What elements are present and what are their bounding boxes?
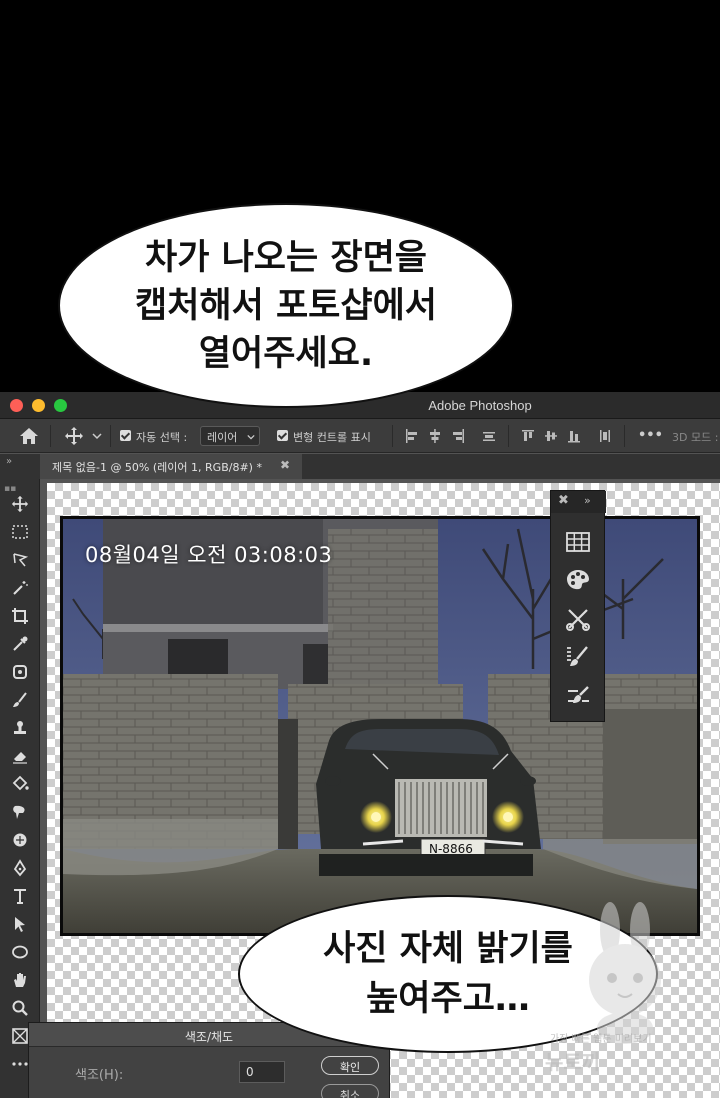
auto-select-checkbox[interactable]	[120, 430, 131, 441]
align-right-icon[interactable]	[451, 428, 465, 444]
stamp-tool-icon[interactable]	[9, 717, 31, 739]
speech-line: 열어주세요.	[198, 333, 374, 374]
cancel-button[interactable]: 취소	[321, 1084, 379, 1098]
marquee-tool-icon[interactable]	[9, 521, 31, 543]
tools-panel: ▪▪	[0, 479, 40, 1098]
auto-select-dropdown[interactable]: 레이어	[200, 426, 260, 446]
chevron-down-icon	[247, 434, 255, 440]
pen-tool-icon[interactable]	[9, 857, 31, 879]
hand-tool-icon[interactable]	[9, 969, 31, 991]
ellipse-tool-icon[interactable]	[9, 941, 31, 963]
speech-line: 차가 나오는 장면을	[145, 237, 427, 278]
align-bottom-icon[interactable]	[567, 428, 581, 444]
crop-tool-icon[interactable]	[9, 605, 31, 627]
speech-line: 사진 자체 밝기를	[323, 929, 573, 969]
divider	[508, 425, 509, 447]
align-top-icon[interactable]	[521, 428, 535, 444]
auto-select-label: 자동 선택 :	[136, 431, 188, 444]
divider	[110, 425, 111, 447]
divider	[624, 425, 625, 447]
distribute-vertical-icon[interactable]	[598, 428, 612, 444]
hue-input[interactable]: 0	[239, 1061, 285, 1083]
color-palette-icon[interactable]	[565, 567, 591, 593]
floating-panel-dock: ✖ »	[550, 490, 606, 722]
dodge-tool-icon[interactable]	[9, 829, 31, 851]
swatches-icon[interactable]	[565, 529, 591, 555]
eraser-tool-icon[interactable]	[9, 745, 31, 767]
license-plate-text: N-8866	[429, 842, 473, 856]
options-bar: 자동 선택 : 레이어 변형 컨트롤 표시 ••• 3D 모드 :	[0, 419, 720, 453]
document-tab[interactable]: 제목 없음-1 @ 50% (레이어 1, RGB/8#) * ✖	[40, 454, 302, 479]
divider	[50, 425, 51, 447]
distribute-horizontal-icon[interactable]	[482, 428, 496, 444]
transform-controls-label: 변형 컨트롤 표시	[293, 431, 371, 444]
move-tool-icon[interactable]	[9, 493, 31, 515]
smudge-tool-icon[interactable]	[9, 801, 31, 823]
align-left-icon[interactable]	[405, 428, 419, 444]
home-icon[interactable]	[18, 426, 40, 446]
timestamp-overlay: 08월04일 오전 03:08:03	[85, 543, 333, 567]
document-tab-label: 제목 없음-1 @ 50% (레이어 1, RGB/8#) *	[52, 461, 262, 474]
brush-presets-icon[interactable]	[565, 683, 591, 709]
align-center-icon[interactable]	[428, 428, 442, 444]
align-middle-icon[interactable]	[544, 428, 558, 444]
lasso-tool-icon[interactable]	[9, 549, 31, 571]
zoom-tool-icon[interactable]	[9, 997, 31, 1019]
ok-button[interactable]: 확인	[321, 1056, 379, 1075]
brush-tool-icon[interactable]	[9, 689, 31, 711]
chevron-down-icon[interactable]	[92, 431, 102, 441]
watermark-brand: 뉴토끼	[545, 1050, 601, 1074]
type-tool-icon[interactable]	[9, 885, 31, 907]
close-tab-icon[interactable]: ✖	[280, 458, 290, 472]
paint-bucket-icon[interactable]	[9, 773, 31, 795]
brush-settings-icon[interactable]	[565, 644, 591, 670]
magic-wand-icon[interactable]	[9, 577, 31, 599]
hue-label: 색조(H):	[75, 1068, 124, 1083]
path-selection-icon[interactable]	[9, 913, 31, 935]
adjustments-tools-icon[interactable]	[565, 606, 591, 632]
panel-collapse-icon[interactable]: »	[6, 456, 12, 467]
floating-panel-header: ✖ »	[551, 491, 606, 513]
close-panel-icon[interactable]: ✖	[558, 493, 569, 508]
divider	[392, 425, 393, 447]
document-tab-bar: » 제목 없음-1 @ 50% (레이어 1, RGB/8#) * ✖	[0, 454, 720, 479]
patch-tool-icon[interactable]	[9, 661, 31, 683]
3d-mode-label: 3D 모드 :	[672, 431, 719, 444]
expand-panel-icon[interactable]: »	[584, 494, 591, 507]
speech-bubble-top: 차가 나오는 장면을 캡처해서 포토샵에서 열어주세요.	[58, 203, 514, 408]
more-options-icon[interactable]: •••	[638, 428, 663, 443]
auto-select-value: 레이어	[207, 431, 238, 444]
speech-line: 높여주고…	[366, 979, 530, 1019]
eyedropper-icon[interactable]	[9, 633, 31, 655]
watermark-caption: 가장 빠른 웹툰 미리보기	[550, 1034, 652, 1045]
transform-controls-checkbox[interactable]	[277, 430, 288, 441]
move-tool-icon[interactable]	[64, 426, 84, 446]
speech-line: 캡처해서 포토샵에서	[135, 285, 437, 326]
